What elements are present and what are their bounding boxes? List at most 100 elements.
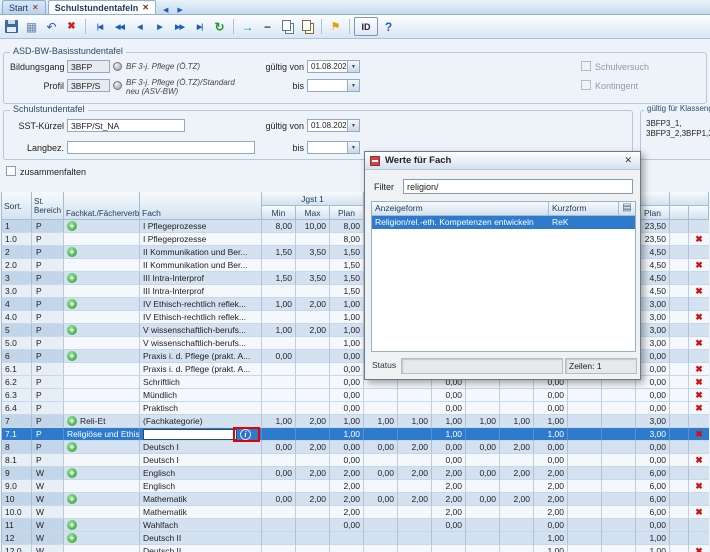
column-config-icon[interactable]: ▤: [619, 202, 635, 216]
cell-value[interactable]: 0,00: [636, 350, 670, 363]
cell-value[interactable]: 2,00: [296, 467, 330, 480]
cell-value[interactable]: 3,00: [636, 324, 670, 337]
cell-value[interactable]: 0,00: [636, 376, 670, 389]
expand-add-icon[interactable]: +: [67, 494, 77, 504]
cell-value[interactable]: [500, 519, 534, 532]
cell-value[interactable]: 0,00: [636, 402, 670, 415]
cell-value[interactable]: [296, 506, 330, 519]
cell-value[interactable]: [296, 428, 330, 441]
nav-next-page-icon[interactable]: ▶▶: [170, 17, 189, 36]
cell-value[interactable]: [330, 545, 364, 552]
cell-value[interactable]: 0,00: [364, 493, 398, 506]
cell-value[interactable]: [466, 389, 500, 402]
table-row[interactable]: 10W+Mathematik0,002,002,000,002,002,000,…: [2, 493, 709, 506]
cell-value[interactable]: 0,00: [534, 402, 568, 415]
cell-fachkat[interactable]: +: [64, 272, 140, 285]
table-row[interactable]: 6.3PMündlich0,000,000,000,00✖: [2, 389, 709, 402]
cell-delete[interactable]: ✖: [689, 480, 709, 493]
cell-value[interactable]: [466, 545, 500, 552]
column-header-kurzform[interactable]: Kurzform: [549, 202, 619, 216]
cell-value[interactable]: 2,00: [534, 493, 568, 506]
delete-row-icon[interactable]: ✖: [695, 429, 703, 439]
cell-value[interactable]: 4,50: [636, 272, 670, 285]
cell-value[interactable]: 2,00: [296, 415, 330, 428]
schulversuch-checkbox[interactable]: [581, 61, 591, 71]
cell-value[interactable]: 1,50: [262, 272, 296, 285]
cell-value[interactable]: [568, 389, 602, 402]
delete-row-icon[interactable]: ✖: [695, 481, 703, 491]
cell-value[interactable]: [568, 506, 602, 519]
cell-fachkat[interactable]: [64, 233, 140, 246]
cell-value[interactable]: 4,50: [636, 285, 670, 298]
expand-add-icon[interactable]: +: [67, 221, 77, 231]
cell-value[interactable]: 0,00: [330, 389, 364, 402]
cell-value[interactable]: [602, 415, 636, 428]
cell-value[interactable]: [568, 532, 602, 545]
cell-value[interactable]: [500, 480, 534, 493]
cell-value[interactable]: 8,00: [330, 233, 364, 246]
nav-last-icon[interactable]: ▶|: [190, 17, 209, 36]
table-row[interactable]: 8.1PDeutsch I0,000,000,000,00✖: [2, 454, 709, 467]
cell-value[interactable]: 0,00: [262, 441, 296, 454]
cell-fach[interactable]: Mündlich: [140, 389, 262, 402]
expand-add-icon[interactable]: +: [67, 325, 77, 335]
delete-row-icon[interactable]: ✖: [695, 260, 703, 270]
cell-value[interactable]: [568, 480, 602, 493]
tab-scroll-left-icon[interactable]: ◀: [161, 6, 170, 14]
cell-value[interactable]: 2,00: [398, 467, 432, 480]
cell-value[interactable]: [262, 389, 296, 402]
delete-row-icon[interactable]: ✖: [695, 338, 703, 348]
cell-value[interactable]: 0,00: [330, 350, 364, 363]
cell-value[interactable]: [602, 402, 636, 415]
cell-value[interactable]: 1,00: [500, 415, 534, 428]
table-row[interactable]: 12W+Deutsch II1,001,00: [2, 532, 709, 545]
cell-value[interactable]: 8,00: [330, 220, 364, 233]
cell-value[interactable]: 0,00: [636, 363, 670, 376]
column-header-max[interactable]: Max: [296, 206, 330, 220]
cell-value[interactable]: 2,00: [296, 493, 330, 506]
cell-delete[interactable]: ✖: [689, 402, 709, 415]
cell-value[interactable]: 2,00: [432, 493, 466, 506]
cell-delete[interactable]: ✖: [689, 233, 709, 246]
cell-value[interactable]: 0,00: [534, 389, 568, 402]
column-header-sort[interactable]: Sort.: [2, 192, 32, 220]
cell-fachkat[interactable]: [64, 454, 140, 467]
cell-delete[interactable]: ✖: [689, 545, 709, 552]
cell-fach[interactable]: Praxis i. d. Pflege (prakt. A...: [140, 363, 262, 376]
cell-value[interactable]: [500, 402, 534, 415]
cell-value[interactable]: 0,00: [636, 441, 670, 454]
cell-value[interactable]: 1,50: [330, 272, 364, 285]
expand-add-icon[interactable]: +: [67, 351, 77, 361]
cell-value[interactable]: [602, 506, 636, 519]
chevron-down-icon[interactable]: ▼: [347, 120, 359, 131]
expand-add-icon[interactable]: +: [67, 468, 77, 478]
cell-value[interactable]: [398, 428, 432, 441]
cell-value[interactable]: [262, 285, 296, 298]
cell-fachkat[interactable]: +: [64, 246, 140, 259]
cell-value[interactable]: 6,00: [636, 493, 670, 506]
cell-value[interactable]: [262, 337, 296, 350]
cell-fach[interactable]: Englisch: [140, 480, 262, 493]
expand-add-icon[interactable]: +: [67, 299, 77, 309]
cell-value[interactable]: 2,00: [398, 493, 432, 506]
cell-value[interactable]: 0,00: [636, 454, 670, 467]
cell-fachkat[interactable]: +: [64, 467, 140, 480]
expand-add-icon[interactable]: +: [67, 442, 77, 452]
delete-row-icon[interactable]: ✖: [695, 390, 703, 400]
cell-fachkat[interactable]: [64, 259, 140, 272]
cell-fach[interactable]: Praktisch: [140, 402, 262, 415]
unlink-icon[interactable]: −: [258, 17, 277, 36]
cell-delete[interactable]: ✖: [689, 285, 709, 298]
cell-value[interactable]: [296, 376, 330, 389]
cell-fach[interactable]: II Kommunikation und Ber...: [140, 246, 262, 259]
cell-delete[interactable]: ✖: [689, 506, 709, 519]
cell-value[interactable]: [330, 532, 364, 545]
cell-value[interactable]: [568, 441, 602, 454]
table-row[interactable]: 7.1PReligiöse und Ethische Ko...i1,001,0…: [2, 428, 709, 441]
cell-value[interactable]: [602, 428, 636, 441]
cell-fach[interactable]: Wahlfach: [140, 519, 262, 532]
cell-value[interactable]: [364, 519, 398, 532]
cell-delete[interactable]: ✖: [689, 428, 709, 441]
column-header-plan[interactable]: Plan: [330, 206, 364, 220]
cell-value[interactable]: 1,00: [534, 545, 568, 552]
